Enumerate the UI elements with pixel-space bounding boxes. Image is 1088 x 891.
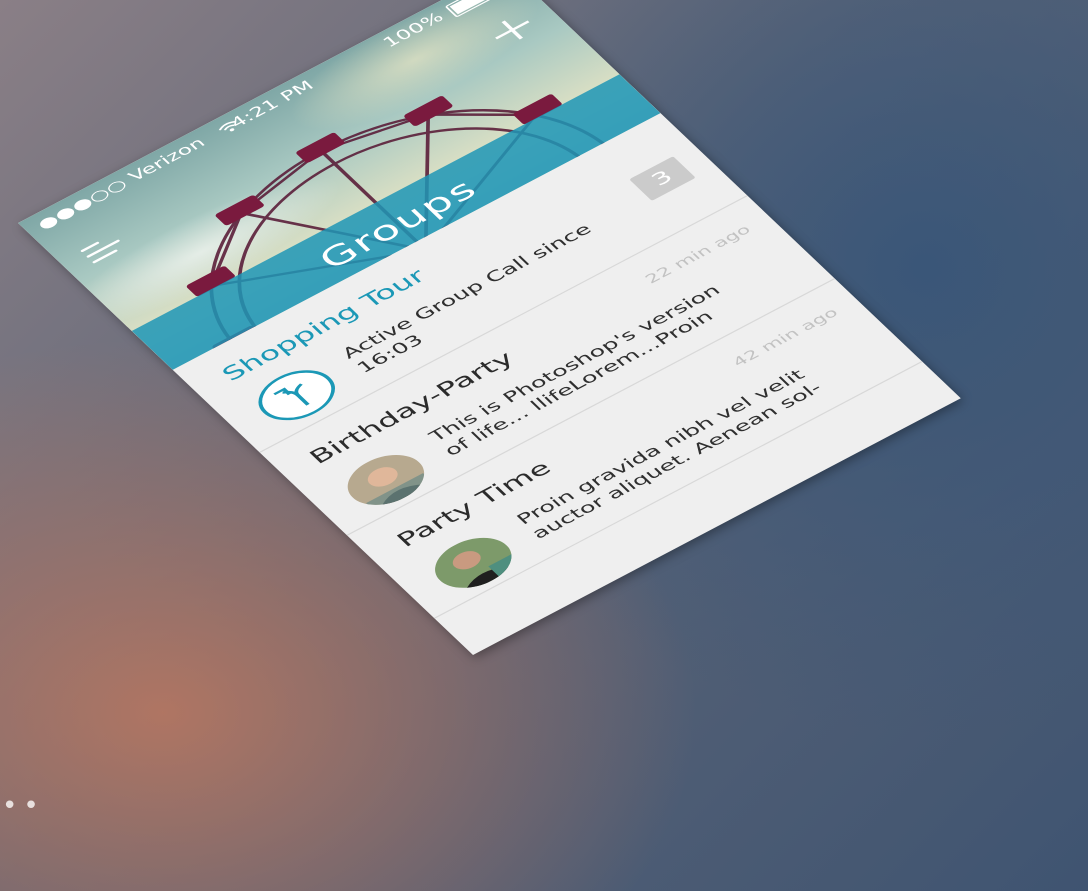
background-dots: ••	[2, 791, 45, 821]
avatar	[421, 527, 526, 599]
phone-screen: ●●●○○ Verizon 4:21 PM 100% Groups Shoppi…	[18, 0, 961, 655]
